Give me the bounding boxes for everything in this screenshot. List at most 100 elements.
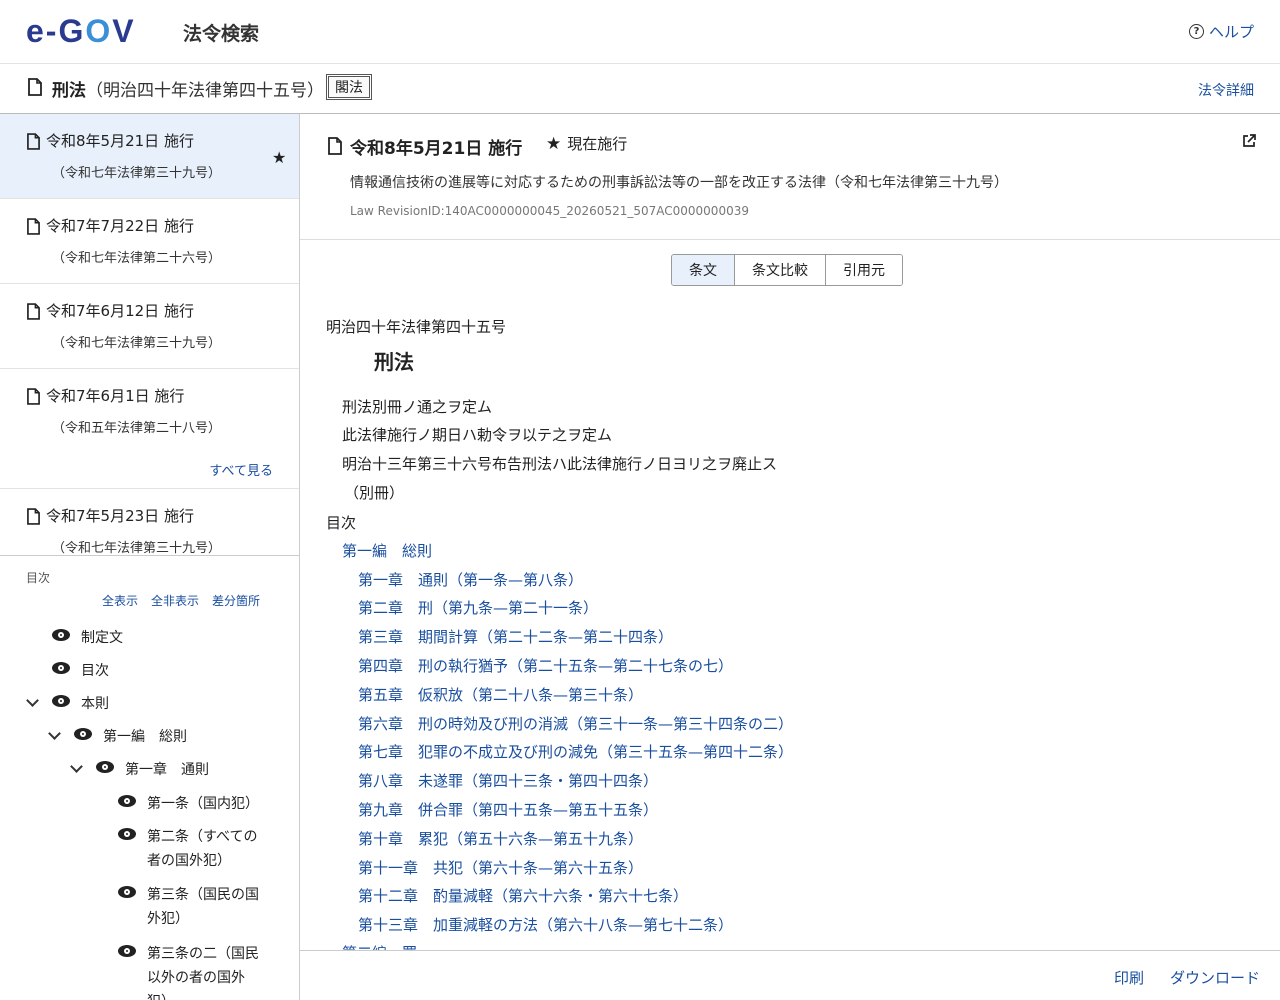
help-icon: ?	[1188, 24, 1204, 39]
toc-link-chapter[interactable]: 第八章 未遂罪（第四十三条・第四十四条）	[358, 770, 658, 791]
toc-link-chapter[interactable]: 第十二章 酌量減軽（第六十六条・第六十七条）	[358, 885, 688, 906]
toc-item[interactable]: 第二条（すべての者の国外犯）	[118, 825, 268, 873]
revision-item[interactable]: 令和7年6月12日 施行 （令和七年法律第三十九号）	[0, 284, 299, 369]
toc-item-label: 第一章 通則	[125, 762, 209, 778]
chevron-down-icon[interactable]	[70, 758, 82, 778]
toc-link-chapter[interactable]: 第六章 刑の時効及び刑の消滅（第三十一条—第三十四条の二）	[358, 713, 793, 734]
amendment-title: 情報通信技術の進展等に対応するための刑事訴訟法等の一部を改正する法律（令和七年法…	[350, 175, 1008, 191]
toc-link-chapter[interactable]: 第七章 犯罪の不成立及び刑の減免（第三十五条—第四十二条）	[358, 741, 793, 762]
revision-item[interactable]: 令和8年5月21日 施行 （令和七年法律第三十九号） ★	[0, 114, 299, 199]
revision-law: （令和七年法律第三十九号）	[52, 336, 222, 351]
status-label: 現在施行	[567, 135, 628, 153]
document-icon	[28, 78, 42, 100]
eye-icon[interactable]	[118, 828, 136, 840]
document-icon	[27, 218, 40, 239]
external-link-icon[interactable]	[1242, 134, 1256, 152]
revision-item[interactable]: 令和7年7月22日 施行 （令和七年法律第二十六号）	[0, 199, 299, 284]
toc-item[interactable]: 制定文	[52, 626, 123, 650]
toc-item-label: 第三条（国民の国外犯）	[147, 887, 259, 927]
toc-panel[interactable]: 目次 全表示 全非表示 差分箇所 制定文 目次 本則 第一編 総則 第一章 通則	[0, 557, 299, 1000]
site-header: e-GOV 法令検索 ? ヘルプ	[0, 0, 1280, 64]
law-type-badge: 閣法	[326, 74, 372, 100]
document-icon	[27, 303, 40, 324]
toc-link-chapter[interactable]: 第五章 仮釈放（第二十八条—第三十条）	[358, 684, 643, 705]
logo-text: e-GOV	[26, 13, 136, 49]
revision-law: （令和七年法律第三十九号）	[52, 166, 222, 181]
eye-icon[interactable]	[74, 728, 92, 740]
eye-icon[interactable]	[118, 886, 136, 898]
sidebar: 令和8年5月21日 施行 （令和七年法律第三十九号） ★ 令和7年7月22日 施…	[0, 114, 300, 1000]
egov-logo[interactable]: e-GOV	[26, 13, 136, 49]
toc-link-chapter[interactable]: 第三章 期間計算（第二十二条—第二十四条）	[358, 626, 673, 647]
toc-link-chapter[interactable]: 第四章 刑の執行猶予（第二十五条—第二十七条の七）	[358, 655, 733, 676]
toc-item[interactable]: 第三条（国民の国外犯）	[118, 883, 268, 931]
toc-link-part[interactable]: 第二編 罪	[342, 942, 417, 950]
document-icon	[27, 133, 40, 154]
toc-link-part[interactable]: 第一編 総則	[342, 540, 432, 561]
main-content: 令和8年5月21日 施行 ★ 現在施行 情報通信技術の進展等に対応するための刑事…	[300, 114, 1280, 950]
chevron-down-icon[interactable]	[48, 725, 60, 745]
revision-header: 令和8年5月21日 施行 ★ 現在施行 情報通信技術の進展等に対応するための刑事…	[300, 114, 1280, 240]
eye-icon[interactable]	[118, 795, 136, 807]
see-all-link[interactable]: すべて見る	[209, 460, 273, 479]
revision-item[interactable]: 令和7年6月1日 施行 （令和五年法律第二十八号） すべて見る	[0, 369, 299, 489]
enact-line: 明治十三年第三十六号布告刑法ハ此法律施行ノ日ヨリ之ヲ廃止ス	[342, 455, 778, 473]
tab-citations[interactable]: 引用元	[825, 255, 902, 285]
toc-link-chapter[interactable]: 第二章 刑（第九条—第二十一条）	[358, 597, 598, 618]
revision-list[interactable]: 令和8年5月21日 施行 （令和七年法律第三十九号） ★ 令和7年7月22日 施…	[0, 114, 299, 556]
eye-icon[interactable]	[118, 945, 136, 957]
revision-date: 令和7年7月22日 施行	[46, 217, 194, 235]
site-title: 法令検索	[183, 23, 260, 45]
footer-bar: 印刷 ダウンロード	[300, 950, 1280, 1000]
revision-date: 令和7年6月1日 施行	[46, 387, 185, 405]
eye-icon[interactable]	[96, 761, 114, 773]
revision-date: 令和7年5月23日 施行	[46, 507, 194, 525]
eye-icon[interactable]	[52, 662, 70, 674]
toc-link-chapter[interactable]: 第十章 累犯（第五十六条—第五十九条）	[358, 828, 643, 849]
revision-law: （令和七年法律第二十六号）	[52, 251, 222, 266]
toc-label: 目次	[26, 571, 51, 585]
revision-law: （令和七年法律第三十九号）	[52, 541, 222, 556]
chevron-down-icon[interactable]	[26, 692, 38, 712]
diff-link[interactable]: 差分箇所	[212, 592, 260, 609]
document-icon	[27, 508, 40, 529]
toc-link-chapter[interactable]: 第十三章 加重減軽の方法（第六十八条—第七十二条）	[358, 914, 733, 935]
revision-item[interactable]: 令和7年5月23日 施行 （令和七年法律第三十九号）	[0, 489, 299, 556]
toc-item-label: 第一編 総則	[103, 729, 187, 745]
eye-icon[interactable]	[52, 629, 70, 641]
toc-item[interactable]: 本則	[26, 692, 109, 716]
download-button[interactable]: ダウンロード	[1170, 967, 1260, 988]
enact-line: 此法律施行ノ期日ハ勅令ヲ以テ之ヲ定ム	[342, 426, 613, 444]
toc-item[interactable]: 第一章 通則	[70, 758, 209, 782]
law-detail-link[interactable]: 法令詳細	[1198, 80, 1254, 100]
law-heading: 刑法	[374, 350, 414, 374]
view-tabs: 条文 条文比較 引用元	[671, 254, 903, 286]
eye-icon[interactable]	[52, 695, 70, 707]
star-icon: ★	[546, 133, 562, 154]
toc-item-label: 第一条（国内犯）	[147, 796, 259, 812]
tab-compare[interactable]: 条文比較	[734, 255, 825, 285]
toc-item-label: 第三条の二（国民以外の者の国外犯）	[147, 946, 259, 1000]
toc-item[interactable]: 第三条の二（国民以外の者の国外犯）	[118, 942, 268, 1000]
help-link[interactable]: ? ヘルプ	[1188, 21, 1254, 42]
toc-actions: 全表示 全非表示 差分箇所	[102, 592, 260, 609]
show-all-link[interactable]: 全表示	[102, 592, 138, 609]
toc-item[interactable]: 第一編 総則	[48, 725, 187, 749]
toc-item[interactable]: 目次	[52, 659, 109, 683]
tab-text[interactable]: 条文	[672, 255, 734, 285]
toc-link-chapter[interactable]: 第九章 併合罪（第四十五条—第五十五条）	[358, 799, 658, 820]
hide-all-link[interactable]: 全非表示	[151, 592, 199, 609]
law-name: 刑法	[52, 81, 86, 101]
revision-id: Law RevisionID:140AC0000000045_20260521_…	[350, 204, 749, 218]
toc-link-chapter[interactable]: 第十一章 共犯（第六十条—第六十五条）	[358, 857, 643, 878]
law-title: 刑法（明治四十年法律第四十五号）	[52, 76, 324, 101]
star-icon: ★	[272, 148, 287, 167]
toc-link-chapter[interactable]: 第一章 通則（第一条—第八条）	[358, 569, 583, 590]
print-button[interactable]: 印刷	[1114, 967, 1144, 988]
law-number: （明治四十年法律第四十五号）	[86, 81, 324, 101]
help-label: ヘルプ	[1208, 23, 1254, 41]
current-status: ★ 現在施行	[546, 133, 627, 154]
toc-item[interactable]: 第一条（国内犯）	[118, 792, 268, 816]
law-number-line: 明治四十年法律第四十五号	[326, 318, 507, 336]
toc-item-label: 目次	[81, 663, 109, 679]
